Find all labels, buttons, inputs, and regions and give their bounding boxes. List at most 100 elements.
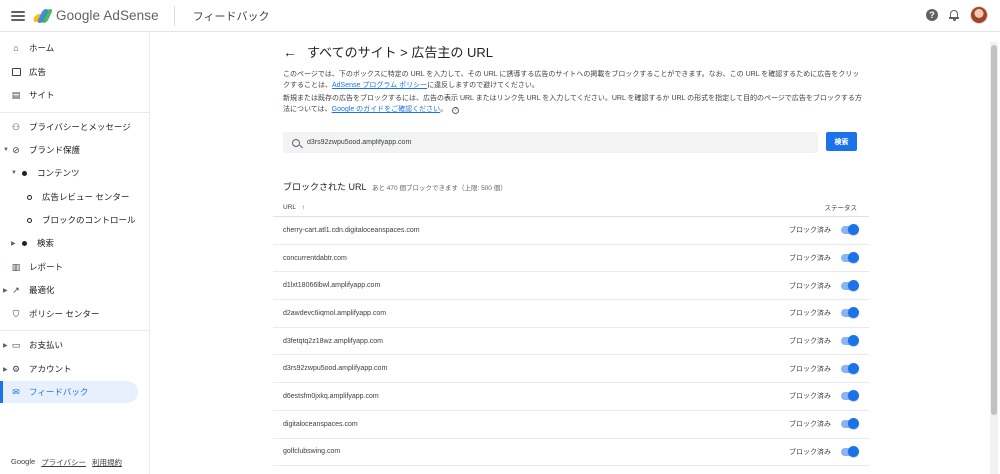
block-toggle[interactable] <box>841 362 859 374</box>
block-toggle[interactable] <box>841 335 859 347</box>
sidebar-item-label: コンテンツ <box>37 168 80 178</box>
sites-icon: ▤ <box>11 89 21 100</box>
sidebar-item-policy-center[interactable]: ⛉ ポリシー センター <box>0 303 138 325</box>
sidebar-item-label: ブランド保護 <box>29 145 81 155</box>
row-status: ブロック済み <box>789 227 831 235</box>
reports-icon: ▥ <box>11 261 21 272</box>
info-icon[interactable]: ? <box>452 107 460 114</box>
table-row: d1lxt18066lbwl.amplifyapp.com ブロック済み <box>273 272 869 301</box>
description-2: 新規または既存の広告をブロックするには、広告の表示 URL またはリンク先 UR… <box>283 93 863 115</box>
block-toggle[interactable] <box>841 279 859 291</box>
ring-icon <box>24 215 34 225</box>
footer-google: Google <box>11 457 36 466</box>
adsense-logo[interactable]: Google AdSense <box>32 8 159 23</box>
sidebar-item-label: アカウント <box>29 364 72 374</box>
menu-icon[interactable] <box>11 10 25 21</box>
sidebar-item-search[interactable]: ▶ 検索 <box>0 232 138 254</box>
table-row: d6estsfm0jxkq.amplifyapp.com ブロック済み <box>273 383 869 411</box>
row-url: d3fetqtq2z18wz.amplifyapp.com <box>283 337 383 345</box>
sidebar-item-brand-safety[interactable]: ▼ ⊘ ブランド保護 <box>0 139 138 161</box>
guide-link[interactable]: Google のガイドをご確認ください <box>332 106 441 113</box>
row-url: d2awdevc6iqmol.amplifyapp.com <box>283 309 387 317</box>
search-box[interactable] <box>283 132 818 153</box>
sidebar-item-label: ホーム <box>29 43 55 53</box>
chevron-down-icon: ▼ <box>3 147 9 153</box>
table-row: golfclubswing.com ブロック済み <box>273 439 869 467</box>
sidebar-divider <box>0 330 150 331</box>
ads-icon <box>11 67 21 77</box>
sidebar-item-sites[interactable]: ▤ サイト <box>0 84 138 106</box>
logo-text: Google AdSense <box>56 8 159 23</box>
scrollbar-thumb[interactable] <box>991 45 997 415</box>
row-status: ブロック済み <box>789 421 831 429</box>
top-divider <box>173 5 175 26</box>
sidebar-footer: Google プライバシー 利用規約 <box>11 457 122 468</box>
sidebar: ⌂ ホーム 広告 ▤ サイト ⚇ プライバシーとメッセージ ▼ ⊘ ブランド保護… <box>0 32 150 474</box>
sidebar-item-account[interactable]: ▶ ⚙ アカウント <box>0 358 138 380</box>
block-toggle[interactable] <box>841 307 859 319</box>
sidebar-item-home[interactable]: ⌂ ホーム <box>0 37 138 59</box>
policy-link[interactable]: AdSense プログラム ポリシー <box>332 82 427 89</box>
main-content: ← すべてのサイト > 広告主の URL このページでは、下のボックスに特定の … <box>150 32 990 474</box>
block-icon: ⊘ <box>12 144 20 155</box>
sidebar-item-ads[interactable]: 広告 <box>0 61 138 83</box>
desc2-text-end: 。 <box>440 106 448 113</box>
ring-icon <box>24 192 34 202</box>
sidebar-item-content[interactable]: ▼ コンテンツ <box>0 162 138 184</box>
notifications-icon[interactable] <box>948 9 960 21</box>
page-heading: ← すべてのサイト > 広告主の URL <box>283 42 493 61</box>
blocked-urls-title: ブロックされた URL <box>283 182 367 192</box>
row-url: d1lxt18066lbwl.amplifyapp.com <box>283 282 381 290</box>
dot-icon <box>19 168 29 178</box>
sidebar-item-feedback[interactable]: ✉ フィードバック <box>0 381 138 403</box>
desc1-text-end: に違反しますので避けてください。 <box>427 82 539 89</box>
arrow-up-icon: ↑ <box>301 203 305 211</box>
block-toggle[interactable] <box>841 390 859 402</box>
help-icon[interactable]: ? <box>926 9 938 21</box>
sidebar-item-payments[interactable]: ▶ ▭ お支払い <box>0 334 138 356</box>
column-url[interactable]: URL ↑ <box>283 204 305 211</box>
adsense-logo-icon <box>32 8 54 23</box>
policy-icon: ⛉ <box>12 308 20 319</box>
column-url-label: URL <box>283 203 296 211</box>
search-icon <box>292 138 300 147</box>
chevron-right-icon: ▶ <box>3 342 8 349</box>
sidebar-item-label: ブロックのコントロール <box>42 215 136 225</box>
sidebar-item-privacy[interactable]: ⚇ プライバシーとメッセージ <box>0 116 138 138</box>
top-bar: Google AdSense フィードバック ? <box>0 0 1000 32</box>
sidebar-item-blocking-controls[interactable]: ブロックのコントロール <box>0 209 138 231</box>
avatar[interactable] <box>970 6 988 24</box>
privacy-link[interactable]: プライバシー <box>41 457 86 468</box>
sidebar-item-optimization[interactable]: ▶ ↗ 最適化 <box>0 279 138 301</box>
privacy-icon: ⚇ <box>11 121 21 132</box>
sidebar-item-label: 検索 <box>37 238 55 248</box>
sidebar-item-label: 広告 <box>29 67 47 77</box>
sidebar-item-label: お支払い <box>29 340 64 350</box>
back-arrow-icon[interactable]: ← <box>283 44 297 60</box>
block-toggle[interactable] <box>841 224 859 236</box>
block-toggle[interactable] <box>841 445 859 457</box>
sidebar-item-label: 最適化 <box>29 285 55 295</box>
terms-link[interactable]: 利用規約 <box>92 457 122 468</box>
page-title: フィードバック <box>192 10 270 23</box>
sidebar-item-label: プライバシーとメッセージ <box>29 122 131 132</box>
row-url: d3rs92zwpu5ood.amplifyapp.com <box>283 365 388 373</box>
row-status: ブロック済み <box>789 282 831 290</box>
sidebar-item-label: ポリシー センター <box>29 309 100 319</box>
row-status: ブロック済み <box>789 393 831 401</box>
block-toggle[interactable] <box>841 418 859 430</box>
search-input[interactable] <box>307 139 787 146</box>
description-1: このページでは、下のボックスに特定の URL を入力して、その URL に誘導す… <box>283 69 863 91</box>
home-icon: ⌂ <box>13 43 19 53</box>
sidebar-item-reports[interactable]: ▥ レポート <box>0 256 138 278</box>
block-toggle[interactable] <box>841 252 859 264</box>
row-url: golfclubswing.com <box>283 448 341 456</box>
sidebar-item-label: サイト <box>29 90 55 100</box>
row-status: ブロック済み <box>789 448 831 456</box>
blocked-urls-table: URL ↑ ステータス cherry-cart.atl1.cdn.digital… <box>273 198 869 467</box>
search-button[interactable]: 検索 <box>826 132 857 151</box>
sidebar-item-ad-review-center[interactable]: 広告レビュー センター <box>0 186 138 208</box>
table-row: concurrentdabtr.com ブロック済み <box>273 245 869 273</box>
table-row: d3fetqtq2z18wz.amplifyapp.com ブロック済み <box>273 328 869 356</box>
payments-icon: ▭ <box>11 339 21 350</box>
